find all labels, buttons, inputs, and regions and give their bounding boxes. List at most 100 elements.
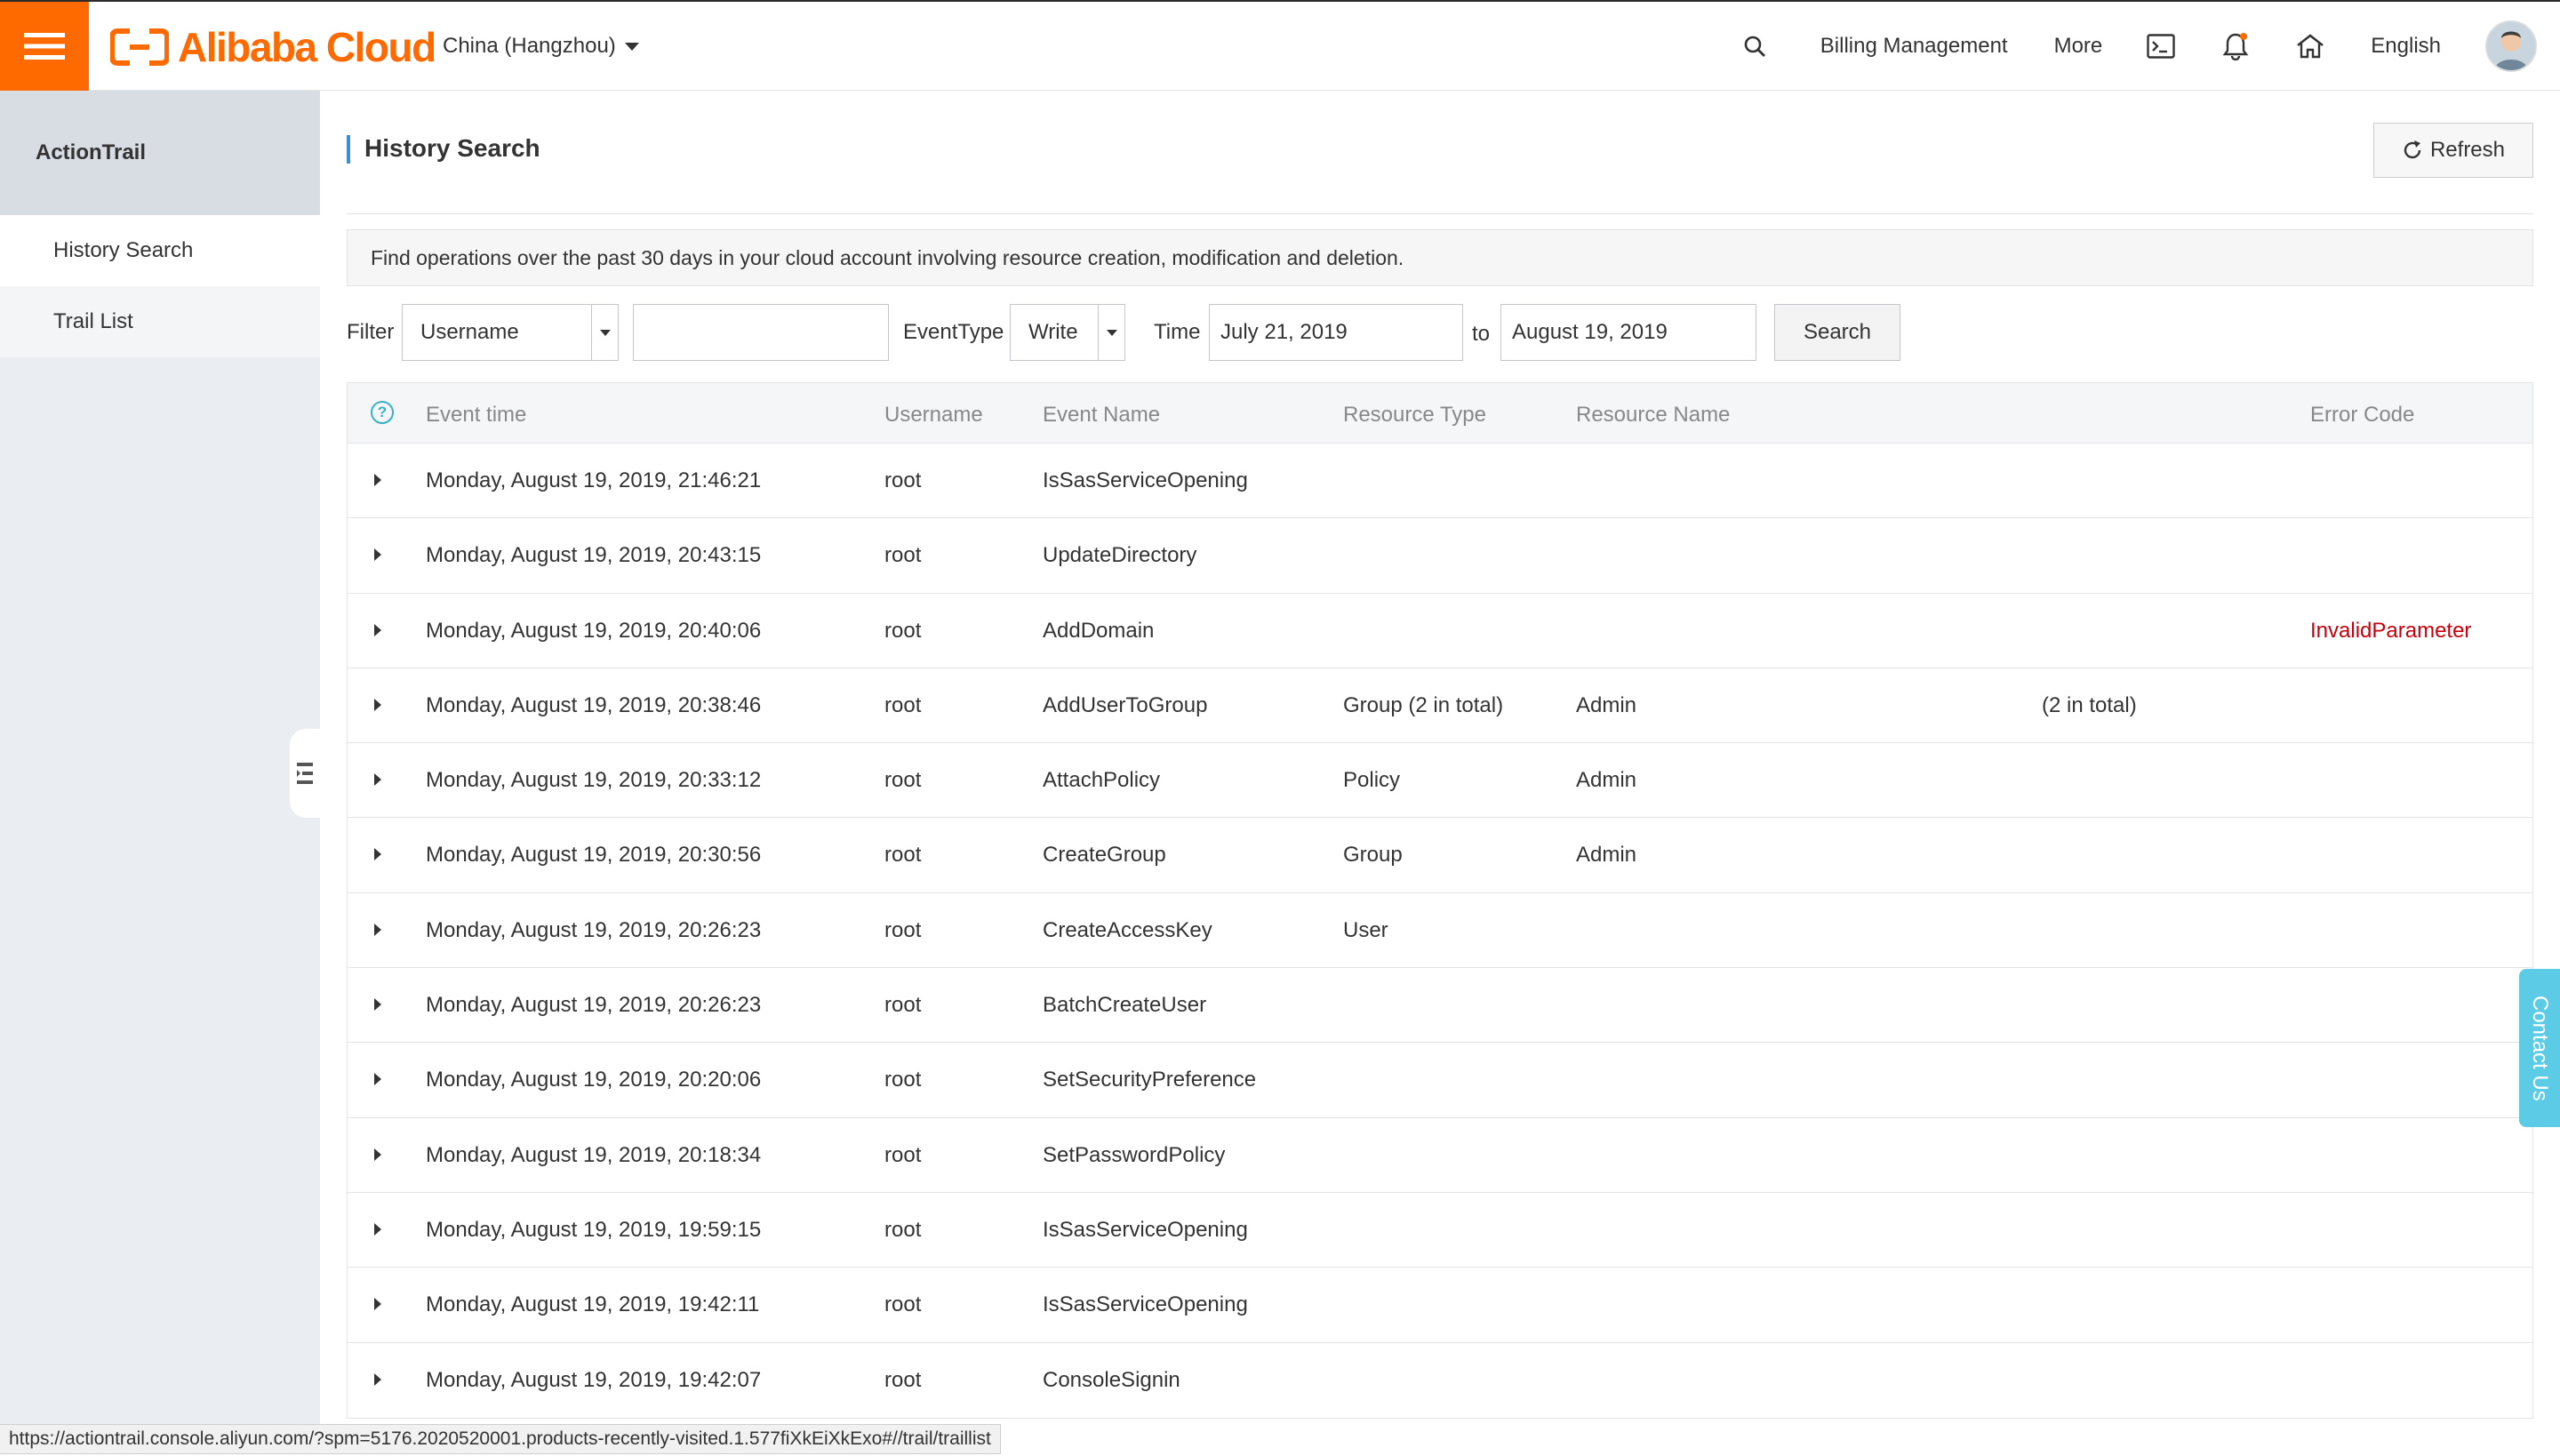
filter-field-select[interactable]: Username — [402, 304, 619, 361]
table-row[interactable]: Monday, August 19, 2019, 21:46:21 root IsS… — [348, 444, 2532, 519]
eventtype-dropdown-toggle[interactable] — [1098, 305, 1124, 360]
cell-event-time: Monday, August 19, 2019, 20:18:34 — [426, 1142, 762, 1167]
table-row[interactable]: Monday, August 19, 2019, 20:18:34 root Set… — [348, 1118, 2532, 1193]
avatar-image — [2487, 22, 2535, 70]
billing-management-link[interactable]: Billing Management — [1820, 34, 2008, 59]
sidebar-collapse-icon — [297, 763, 313, 784]
cell-event-name: ConsoleSignin — [1043, 1367, 1180, 1392]
expand-row-icon[interactable] — [374, 474, 381, 486]
expand-row-icon[interactable] — [374, 1073, 381, 1086]
terminal-icon — [2147, 34, 2175, 59]
cell-event-name: IsSasServiceOpening — [1043, 468, 1248, 492]
alibaba-cloud-logo[interactable]: Alibaba Cloud — [110, 24, 436, 70]
cell-resource-count: (2 in total) — [2042, 692, 2137, 717]
cell-event-name: SetSecurityPreference — [1043, 1068, 1257, 1092]
cell-username: root — [884, 692, 922, 717]
expand-row-icon[interactable] — [374, 623, 381, 636]
table-row[interactable]: Monday, August 19, 2019, 20:38:46 root Add… — [348, 668, 2532, 744]
cell-resource-name: Admin — [1576, 843, 1637, 868]
global-search-button[interactable] — [1737, 28, 1772, 64]
filter-field-dropdown-toggle[interactable] — [591, 305, 618, 360]
column-header-resource-type: Resource Type — [1343, 403, 1486, 427]
cell-resource-type: Group — [1343, 843, 1403, 868]
table-row[interactable]: Monday, August 19, 2019, 20:30:56 root Cre… — [348, 818, 2532, 893]
info-notice: Find operations over the past 30 days in… — [347, 229, 2533, 286]
date-range-separator: to — [1472, 322, 1491, 346]
cell-event-time: Monday, August 19, 2019, 19:42:07 — [426, 1367, 762, 1392]
history-table: ? Event time Username Event Name Resourc… — [347, 382, 2533, 1419]
table-row[interactable]: Monday, August 19, 2019, 19:59:15 root IsS… — [348, 1193, 2532, 1268]
column-header-error-code: Error Code — [2310, 403, 2415, 427]
eventtype-select[interactable]: Write — [1010, 304, 1125, 361]
table-row[interactable]: Monday, August 19, 2019, 20:26:23 root Cre… — [348, 893, 2532, 969]
expand-row-icon[interactable] — [374, 1298, 381, 1311]
cell-event-name: UpdateDirectory — [1043, 543, 1197, 568]
cell-event-name: IsSasServiceOpening — [1043, 1217, 1248, 1242]
sidebar-item-trail-list[interactable]: Trail List — [0, 286, 320, 357]
user-avatar[interactable] — [2485, 20, 2537, 72]
filter-value-input[interactable] — [633, 304, 889, 361]
expand-row-icon[interactable] — [374, 1148, 381, 1161]
expand-row-icon[interactable] — [374, 773, 381, 787]
caret-down-icon — [599, 329, 611, 336]
contact-us-tab[interactable]: Contact Us — [2519, 969, 2560, 1127]
more-menu[interactable]: More — [2054, 34, 2103, 59]
alibaba-cloud-logo-icon — [110, 28, 169, 66]
cell-event-time: Monday, August 19, 2019, 20:26:23 — [426, 993, 762, 1018]
cell-username: root — [884, 543, 922, 568]
expand-row-icon[interactable] — [374, 1372, 381, 1386]
expand-row-icon[interactable] — [374, 848, 381, 861]
cell-resource-type: Policy — [1343, 768, 1401, 793]
top-navigation-bar: Alibaba Cloud China (Hangzhou) Billing M… — [0, 0, 2560, 91]
cell-resource-type: User — [1343, 917, 1388, 942]
hamburger-icon — [24, 33, 65, 60]
refresh-icon — [2404, 140, 2421, 159]
table-row[interactable]: Monday, August 19, 2019, 20:43:15 root Upd… — [348, 518, 2532, 594]
table-row[interactable]: Monday, August 19, 2019, 19:42:11 root IsS… — [348, 1268, 2532, 1343]
hamburger-menu-button[interactable] — [0, 2, 89, 91]
cell-username: root — [884, 1068, 922, 1092]
expand-row-icon[interactable] — [374, 548, 381, 562]
table-row[interactable]: Monday, August 19, 2019, 20:20:06 root Set… — [348, 1043, 2532, 1118]
table-row[interactable]: Monday, August 19, 2019, 20:33:12 root Att… — [348, 743, 2532, 819]
cell-event-time: Monday, August 19, 2019, 20:40:06 — [426, 618, 762, 643]
cell-event-time: Monday, August 19, 2019, 19:59:15 — [426, 1217, 762, 1242]
table-row[interactable]: Monday, August 19, 2019, 20:26:23 root Bat… — [348, 968, 2532, 1044]
cell-event-time: Monday, August 19, 2019, 20:38:46 — [426, 692, 762, 717]
search-button[interactable]: Search — [1774, 304, 1900, 361]
cloud-shell-button[interactable] — [2143, 28, 2179, 64]
cell-event-name: BatchCreateUser — [1043, 993, 1207, 1018]
table-row[interactable]: Monday, August 19, 2019, 20:40:06 root Add… — [348, 594, 2532, 668]
expand-row-icon[interactable] — [374, 1222, 381, 1236]
top-right-actions: Billing Management More English — [1737, 2, 2560, 91]
cell-event-time: Monday, August 19, 2019, 20:26:23 — [426, 917, 762, 942]
start-date-input[interactable]: July 21, 2019 — [1209, 304, 1463, 361]
caret-down-icon — [1106, 329, 1117, 336]
cell-username: root — [884, 993, 922, 1018]
notifications-button[interactable] — [2218, 28, 2253, 64]
expand-row-icon[interactable] — [374, 698, 381, 711]
caret-down-icon — [624, 42, 639, 51]
page-title: History Search — [347, 135, 540, 164]
language-selector[interactable]: English — [2371, 34, 2441, 59]
cell-event-name: CreateGroup — [1043, 843, 1166, 868]
table-row[interactable]: Monday, August 19, 2019, 19:42:07 root Con… — [348, 1343, 2532, 1418]
eventtype-value: Write — [1028, 320, 1078, 344]
cell-username: root — [884, 1292, 922, 1317]
cell-event-time: Monday, August 19, 2019, 21:46:21 — [426, 468, 762, 492]
help-icon[interactable]: ? — [371, 401, 394, 424]
eventtype-label: EventType — [903, 320, 1004, 344]
sidebar-item-history-search[interactable]: History Search — [0, 215, 320, 286]
end-date-input[interactable]: August 19, 2019 — [1500, 304, 1756, 361]
cell-username: root — [884, 768, 922, 793]
region-selector[interactable]: China (Hangzhou) — [443, 2, 639, 91]
home-button[interactable] — [2292, 28, 2328, 64]
filter-bar: Filter Username EventType Write Time Jul… — [347, 304, 2533, 361]
brand-name: Alibaba Cloud — [178, 24, 436, 70]
expand-row-icon[interactable] — [374, 998, 381, 1012]
cell-event-name: IsSasServiceOpening — [1043, 1292, 1248, 1317]
cell-username: root — [884, 1217, 922, 1242]
expand-row-icon[interactable] — [374, 923, 381, 936]
refresh-button[interactable]: Refresh — [2373, 123, 2533, 178]
sidebar-collapse-handle[interactable] — [290, 729, 320, 818]
